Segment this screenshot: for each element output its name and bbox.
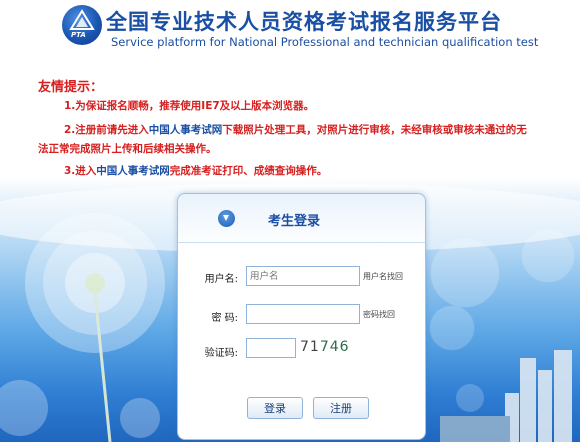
- notice-line-3-suffix: 完成准考证打印、成绩查询操作。: [169, 165, 328, 177]
- login-button[interactable]: 登录: [247, 397, 303, 419]
- username-label: 用户名:: [204, 274, 238, 285]
- notice-line-2: 2.注册前请先进入中国人事考试网下载照片处理工具，对照片进行审核，未经审核或审核…: [64, 122, 527, 137]
- bubbles: [429, 229, 575, 412]
- notice-line-1: 1.为保证报名顺畅，推荐使用IE7及以上版本浏览器。: [64, 98, 314, 113]
- dandelion-illustration: [0, 213, 165, 442]
- password-label: 密 码:: [211, 313, 238, 324]
- username-input[interactable]: [246, 266, 360, 286]
- login-header: 考生登录: [178, 194, 425, 243]
- notice-line-2-prefix: 2.注册前请先进入: [64, 124, 149, 136]
- download-arrow-icon: [218, 210, 235, 227]
- notice-line-3-prefix: 3.进入: [64, 165, 97, 177]
- captcha-label: 验证码:: [204, 348, 238, 359]
- site-header: PTA 全国专业技术人员资格考试报名服务平台 Service platform …: [0, 0, 580, 64]
- notice-line-2-suffix: 下载照片处理工具，对照片进行审核，未经审核或审核未通过的无: [222, 124, 527, 136]
- logo-text: PTA: [71, 31, 86, 39]
- password-input[interactable]: [246, 304, 360, 324]
- captcha-input[interactable]: [246, 338, 296, 358]
- register-button[interactable]: 注册: [313, 397, 369, 419]
- notice-title: 友情提示：: [38, 80, 104, 95]
- site-title: 全国专业技术人员资格考试报名服务平台: [106, 10, 502, 34]
- username-recovery-link[interactable]: 用户名找回: [363, 271, 403, 282]
- notice-line-2-cont-text: 法正常完成照片上传和后续相关操作。: [38, 143, 217, 155]
- captcha-chars-1: 71: [300, 339, 320, 355]
- pta-logo: PTA: [62, 5, 102, 45]
- captcha-image[interactable]: 71746: [300, 339, 360, 359]
- password-recovery-link[interactable]: 密码找回: [363, 309, 395, 320]
- notice-line-2-cont: 法正常完成照片上传和后续相关操作。: [38, 141, 217, 156]
- chinese-personnel-exam-link[interactable]: 中国人事考试网: [149, 124, 223, 136]
- chinese-personnel-exam-link-2[interactable]: 中国人事考试网: [96, 165, 170, 177]
- login-title: 考生登录: [268, 214, 321, 229]
- notice-line-3: 3.进入中国人事考试网完成准考证打印、成绩查询操作。: [64, 163, 327, 178]
- notice-line-1-text: 1.为保证报名顺畅，推荐使用IE7及以上版本浏览器。: [64, 100, 315, 112]
- site-subtitle: Service platform for National Profession…: [111, 35, 539, 49]
- captcha-chars-2: 746: [319, 339, 350, 355]
- notice-panel: 友情提示： 1.为保证报名顺畅，推荐使用IE7及以上版本浏览器。 2.注册前请先…: [0, 64, 580, 184]
